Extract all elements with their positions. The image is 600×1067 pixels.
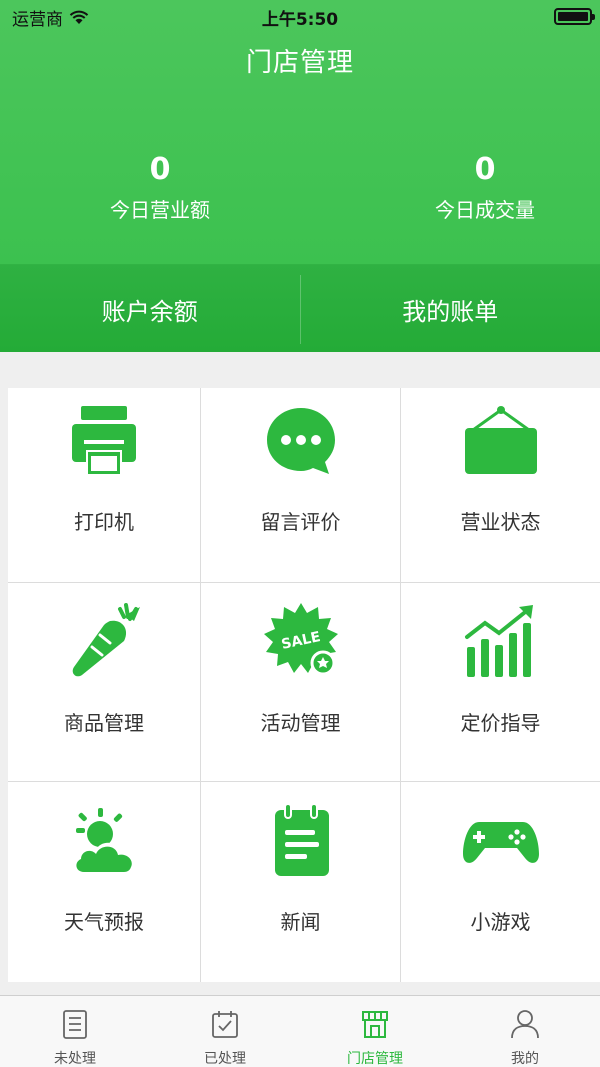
page-title: 门店管理: [245, 48, 354, 78]
header-buttons: 账户余额 我的账单: [0, 267, 600, 352]
grid-item-pricing[interactable]: 定价指导: [401, 583, 600, 782]
stat-label: 今日营业额: [110, 198, 210, 222]
sale-badge-icon: SALE: [263, 603, 338, 676]
grid-item-weather[interactable]: 天气预报: [8, 782, 201, 982]
stat-today-volume: 0 今日成交量: [335, 150, 600, 223]
store-icon: [362, 1011, 388, 1038]
grid-item-printer[interactable]: 打印机: [8, 388, 201, 583]
tab-pending[interactable]: 未处理: [0, 996, 150, 1067]
printer-icon: [72, 406, 136, 474]
grid-item-news[interactable]: 新闻: [201, 782, 401, 982]
grid-item-label: 营业状态: [460, 510, 541, 534]
grid-item-label: 活动管理: [260, 711, 341, 735]
tab-label: 门店管理: [347, 1051, 403, 1067]
my-bills-button[interactable]: 我的账单: [301, 267, 600, 352]
account-balance-button[interactable]: 账户余额: [0, 267, 300, 352]
grid-item-label: 小游戏: [470, 910, 531, 934]
grid-item-label: 天气预报: [64, 910, 144, 934]
grid-item-label: 定价指导: [460, 711, 541, 735]
grid-item-products[interactable]: 商品管理: [8, 583, 201, 782]
grid-item-label: 商品管理: [64, 711, 144, 735]
tab-bar: 未处理 已处理 门店管理 我的: [0, 995, 600, 1067]
grid-item-label: 留言评价: [260, 510, 341, 534]
status-bar: 运营商 上午5:50: [0, 0, 600, 32]
stat-value: 0: [149, 152, 171, 187]
gamepad-icon: [462, 822, 539, 863]
tab-label: 未处理: [54, 1051, 96, 1067]
grid-item-reviews[interactable]: 留言评价: [201, 388, 401, 583]
grid-item-promotions[interactable]: SALE 活动管理: [201, 583, 401, 782]
notepad-icon: [274, 803, 329, 876]
calendar-check-icon: [212, 1011, 238, 1038]
grid-item-label: 打印机: [74, 510, 134, 534]
weather-icon: [73, 808, 136, 874]
chat-bubble-icon: [266, 408, 335, 474]
grid-item-mini-games[interactable]: 小游戏: [401, 782, 600, 982]
feature-grid: 打印机 留言评价 营业状态 商品管理 SALE 活动管理 定价指导 天气预报 新…: [8, 388, 600, 982]
list-icon: [63, 1010, 87, 1039]
stat-label: 今日成交量: [435, 198, 535, 222]
stat-today-revenue: 0 今日营业额: [10, 150, 310, 223]
stat-value: 0: [474, 152, 496, 187]
tab-processed[interactable]: 已处理: [150, 996, 300, 1067]
growth-chart-icon: [464, 605, 533, 677]
grid-item-business-status[interactable]: 营业状态: [401, 388, 600, 583]
battery-icon: [554, 8, 595, 25]
carrot-icon: [72, 603, 140, 677]
tab-store-management[interactable]: 门店管理: [300, 996, 450, 1067]
tab-label: 我的: [511, 1051, 539, 1067]
grid-item-label: 新闻: [280, 910, 321, 934]
hanging-sign-icon: [464, 406, 537, 474]
user-icon: [511, 1010, 539, 1039]
clock: 上午5:50: [261, 10, 339, 30]
header: 运营商 上午5:50 门店管理 0 今日营业额 0 今日成交量 账户余额 我的账…: [0, 0, 600, 352]
tab-label: 已处理: [204, 1051, 246, 1067]
tab-mine[interactable]: 我的: [450, 996, 600, 1067]
